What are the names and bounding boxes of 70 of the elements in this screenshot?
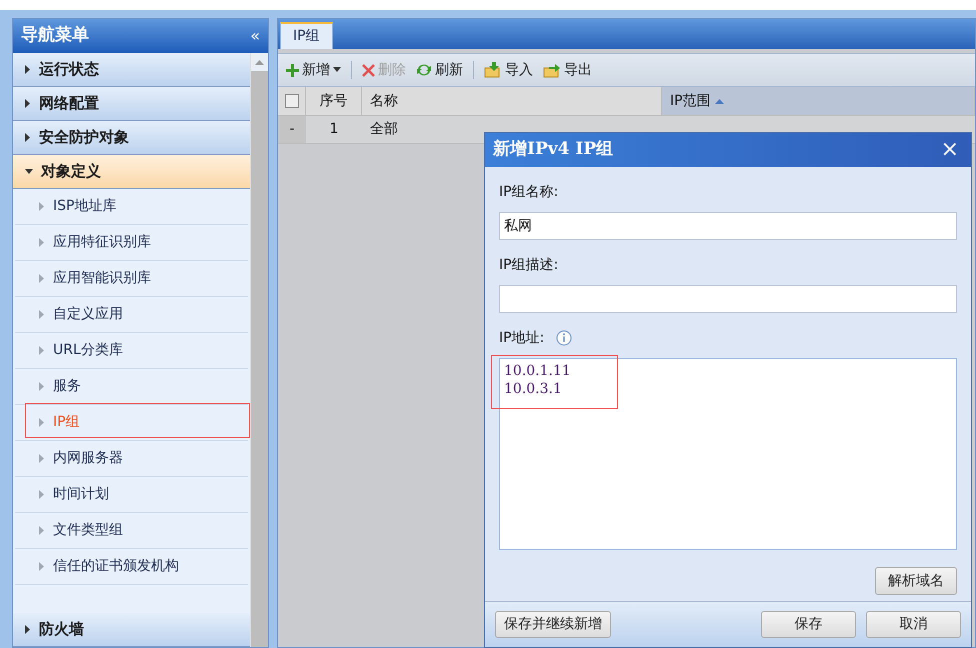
- menu-item[interactable]: 自定义应用: [15, 304, 123, 325]
- menu-section-header[interactable]: 防火墙: [13, 613, 250, 647]
- menu-item[interactable]: 应用智能识别库: [15, 268, 151, 289]
- folder-arrow-icon: [543, 62, 561, 78]
- column-header[interactable]: 序号: [306, 87, 362, 115]
- caret-right-icon: [39, 454, 45, 463]
- text-field[interactable]: [499, 285, 957, 313]
- caret-right-icon: [39, 418, 45, 427]
- caret-down-icon: [25, 168, 33, 174]
- section-label: 网络配置: [39, 93, 99, 114]
- sidebar-title: 导航菜单: [21, 24, 89, 48]
- column-header[interactable]: IP范围: [662, 87, 975, 115]
- table-cell-text: 1: [328, 120, 340, 139]
- section-label: 运行状态: [39, 59, 99, 80]
- caret-right-icon: [39, 490, 45, 499]
- caret-right-icon: [25, 133, 31, 142]
- dialog-button[interactable]: 取消: [866, 611, 961, 638]
- text-field[interactable]: 私网: [499, 212, 957, 240]
- scroll-up-icon[interactable]: [255, 60, 264, 64]
- menu-item[interactable]: 文件类型组: [15, 520, 123, 541]
- caret-right-icon: [39, 346, 45, 355]
- dialog-button[interactable]: 保存: [761, 611, 856, 638]
- cross-icon: [362, 64, 375, 76]
- row-marker: -: [278, 116, 306, 143]
- resolve-domain-button[interactable]: 解析域名: [875, 567, 957, 595]
- caret-right-icon: [39, 382, 45, 391]
- menu-item[interactable]: 服务: [15, 376, 81, 397]
- collapse-button[interactable]: «: [250, 28, 260, 44]
- menu-item[interactable]: ISP地址库: [15, 196, 116, 217]
- scrollbar[interactable]: [250, 53, 268, 647]
- dialog-button[interactable]: 保存并继续新增: [495, 611, 611, 638]
- menu-item[interactable]: 应用特征识别库: [15, 232, 151, 253]
- folder-arrow-icon: [484, 62, 502, 78]
- caret-right-icon: [39, 202, 45, 211]
- menu-item[interactable]: URL分类库: [15, 340, 123, 361]
- plus-icon: [286, 64, 299, 76]
- caret-right-icon: [39, 310, 45, 319]
- add-button[interactable]: 新增: [286, 60, 341, 80]
- menu-section-header[interactable]: 安全防护对象: [13, 121, 250, 155]
- caret-right-icon: [39, 238, 45, 247]
- section-label: 对象定义: [41, 161, 101, 182]
- menu-section-header[interactable]: 网络配置: [13, 87, 250, 121]
- ip-address-field[interactable]: 10.0.1.11 10.0.3.1: [499, 358, 957, 550]
- refresh-icon: [416, 63, 432, 77]
- import-button[interactable]: 导入: [484, 60, 533, 80]
- table-cell-text: 全部: [369, 120, 399, 139]
- caret-right-icon: [25, 65, 31, 74]
- sort-ascending-icon: [714, 98, 724, 104]
- caret-down-icon: [333, 67, 341, 73]
- dialog-title: 新增IPv4 IP组: [493, 138, 614, 162]
- select-all-checkbox[interactable]: [284, 94, 298, 108]
- menu-section-header[interactable]: 对象定义: [13, 155, 250, 189]
- caret-right-icon: [39, 274, 45, 283]
- caret-right-icon: [39, 562, 45, 571]
- caret-right-icon: [25, 99, 31, 108]
- menu-item[interactable]: 内网服务器: [15, 448, 123, 469]
- field-label: IP组名称:: [499, 182, 558, 202]
- field-label: IP组描述:: [499, 256, 558, 274]
- caret-right-icon: [39, 526, 45, 535]
- field-label: IP地址:: [499, 328, 544, 348]
- menu-item[interactable]: 时间计划: [15, 484, 109, 505]
- menu-item[interactable]: 信任的证书颁发机构: [15, 556, 179, 577]
- section-label: 安全防护对象: [39, 127, 129, 148]
- close-button[interactable]: ×: [940, 139, 959, 161]
- tab[interactable]: IP组: [280, 22, 333, 49]
- caret-right-icon: [25, 625, 31, 634]
- export-button[interactable]: 导出: [543, 60, 592, 80]
- menu-section-header[interactable]: 运行状态: [13, 53, 250, 87]
- refresh-button[interactable]: 刷新: [416, 60, 463, 80]
- section-label: 防火墙: [39, 619, 84, 640]
